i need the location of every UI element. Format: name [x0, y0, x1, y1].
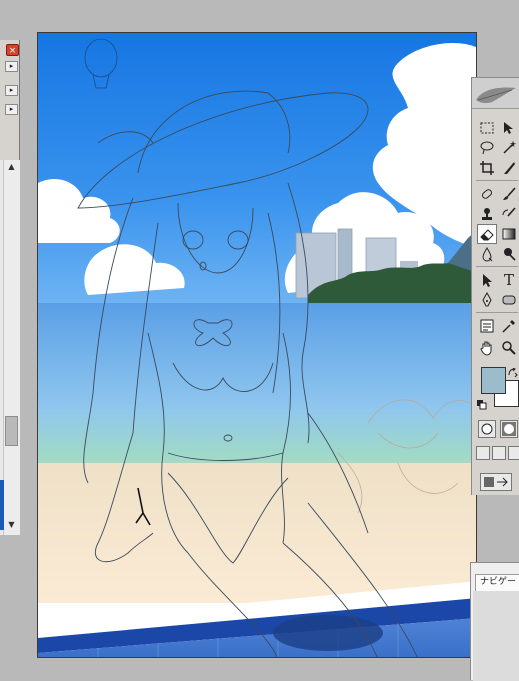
- magic-wand-icon[interactable]: [499, 138, 519, 158]
- gradient-icon[interactable]: [499, 224, 519, 244]
- move-icon[interactable]: [499, 118, 519, 138]
- foreground-color-swatch[interactable]: [481, 367, 506, 394]
- history-brush-icon[interactable]: [499, 204, 519, 224]
- panel-close-button[interactable]: ×: [6, 44, 19, 56]
- dodge-icon[interactable]: [499, 244, 519, 264]
- clone-stamp-icon[interactable]: [477, 204, 497, 224]
- hand-icon[interactable]: [477, 338, 497, 358]
- jump-to-app-button[interactable]: [480, 473, 512, 491]
- panel-menu-button[interactable]: ▸: [5, 61, 18, 72]
- slice-icon[interactable]: [499, 158, 519, 178]
- lasso-icon[interactable]: [477, 138, 497, 158]
- tools-header: [472, 78, 519, 109]
- selected-layer-strip: [0, 480, 4, 530]
- zoom-icon[interactable]: [499, 338, 519, 358]
- illustration-artwork: [38, 33, 476, 657]
- navigator-panel: ナビゲー: [470, 562, 519, 681]
- crop-icon[interactable]: [477, 158, 497, 178]
- quick-mask-button[interactable]: [500, 420, 518, 438]
- feather-icon: [476, 87, 516, 104]
- tools-separator: [476, 312, 518, 313]
- notes-icon[interactable]: [477, 316, 497, 336]
- standard-mode-button[interactable]: [478, 420, 496, 438]
- scroll-thumb[interactable]: [5, 416, 18, 446]
- swap-colors-icon[interactable]: [508, 368, 518, 378]
- eraser-icon[interactable]: [477, 224, 497, 244]
- type-icon[interactable]: T: [499, 270, 519, 290]
- navigator-body: [473, 591, 519, 681]
- panel-expand-button[interactable]: ▸: [5, 104, 18, 115]
- screen-mode-menubar-button[interactable]: [492, 446, 506, 460]
- scroll-up-icon[interactable]: ▲: [6, 162, 17, 172]
- blur-icon[interactable]: [477, 244, 497, 264]
- tools-palette: T: [471, 77, 519, 495]
- tab-navigator[interactable]: ナビゲー: [475, 574, 519, 591]
- tools-separator: [476, 180, 518, 181]
- rect-marquee-icon[interactable]: [477, 118, 497, 138]
- shape-icon[interactable]: [499, 290, 519, 310]
- brush-icon[interactable]: [499, 184, 519, 204]
- left-docked-panel: × ▸ ▸ ▸ ▲ ▼: [0, 40, 20, 535]
- screen-mode-full-button[interactable]: [508, 446, 519, 460]
- tools-separator: [476, 266, 518, 267]
- pen-icon[interactable]: [477, 290, 497, 310]
- default-colors-icon[interactable]: [477, 400, 487, 410]
- path-select-icon[interactable]: [477, 270, 497, 290]
- healing-brush-icon[interactable]: [477, 184, 497, 204]
- document-canvas[interactable]: [37, 32, 477, 658]
- panel-scrollbar[interactable]: ▲ ▼: [3, 160, 20, 535]
- panel-option-button[interactable]: ▸: [5, 85, 18, 96]
- screen-mode-standard-button[interactable]: [476, 446, 490, 460]
- scroll-down-icon[interactable]: ▼: [6, 520, 17, 530]
- eyedropper-icon[interactable]: [499, 316, 519, 336]
